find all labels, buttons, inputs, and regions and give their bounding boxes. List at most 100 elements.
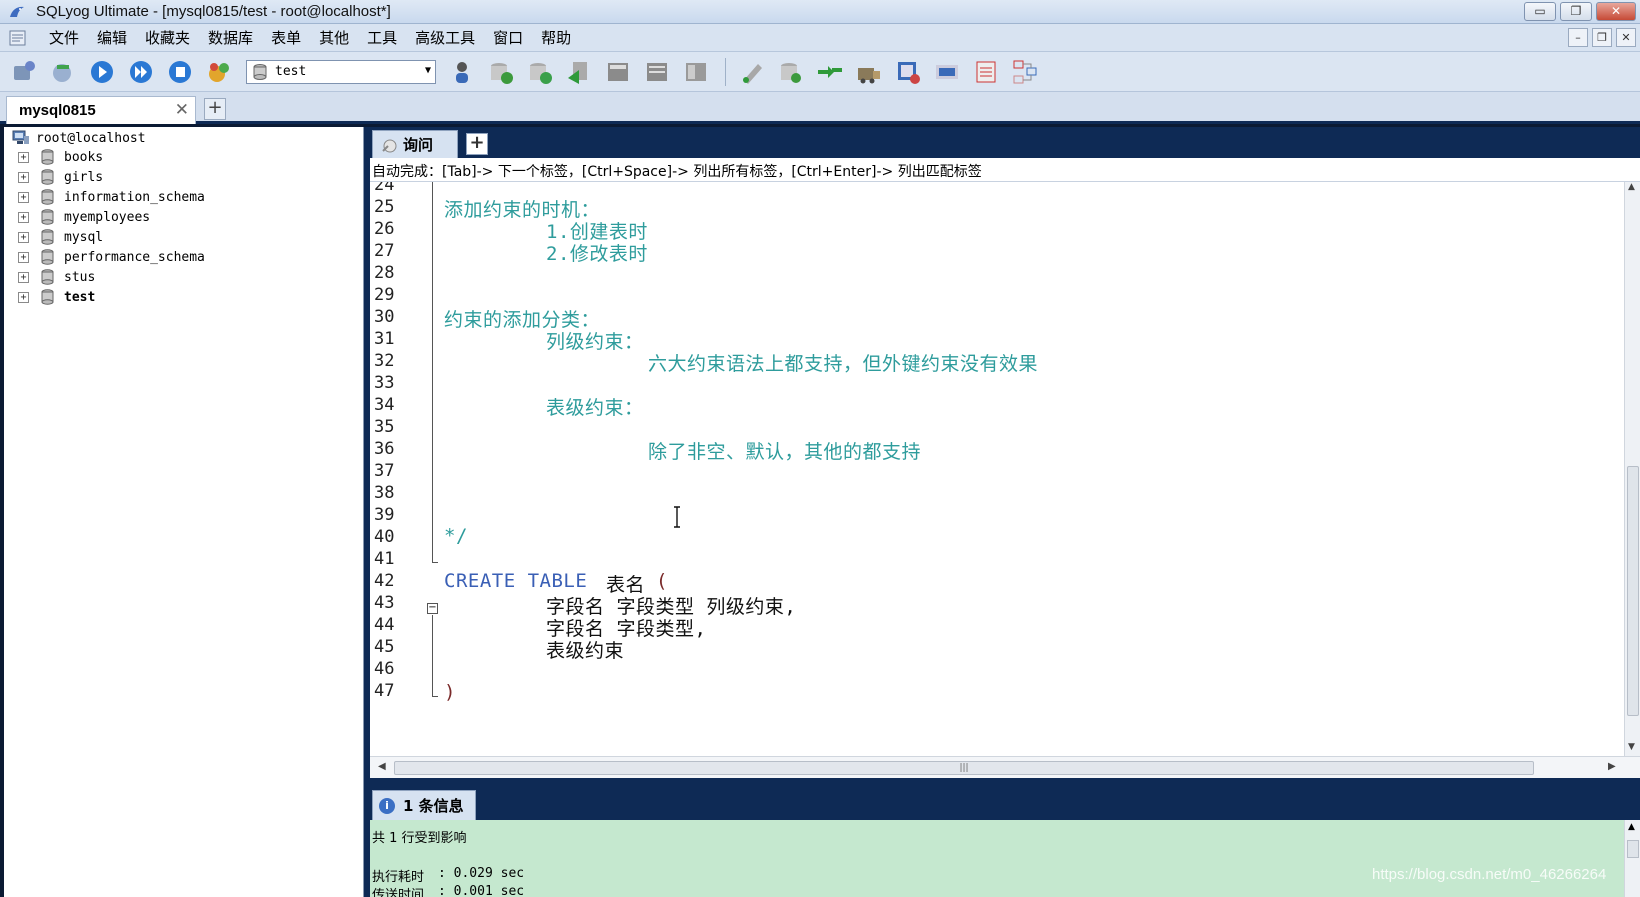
execute-edit-icon[interactable]	[164, 56, 196, 88]
line-number-gutter: 24 25 26 27 28 29 30 31 32 33 34 35 36 3…	[370, 182, 428, 756]
expand-icon[interactable]: +	[18, 171, 29, 183]
tree-db-test[interactable]: + test	[18, 287, 95, 307]
mdi-restore-button[interactable]: ❐	[1592, 28, 1612, 47]
query-builder-icon[interactable]	[736, 56, 768, 88]
tree-root[interactable]: root@localhost	[12, 128, 146, 148]
results-tab-label: 1 条信息	[403, 797, 464, 815]
report-icon[interactable]	[970, 56, 1002, 88]
table-data-icon[interactable]	[641, 56, 673, 88]
expand-icon[interactable]: +	[18, 251, 29, 263]
expand-icon[interactable]: +	[18, 271, 29, 283]
connection-tab-strip: mysql0815 ✕ +	[0, 92, 1640, 124]
menu-favorites[interactable]: 收藏夹	[136, 25, 199, 50]
line-number: 24	[374, 182, 395, 195]
scroll-up-icon[interactable]: ▲	[1628, 822, 1635, 832]
expand-icon[interactable]: +	[18, 191, 29, 203]
sql-editor[interactable]: 24 25 26 27 28 29 30 31 32 33 34 35 36 3…	[370, 182, 1624, 756]
expand-icon[interactable]: +	[18, 151, 29, 163]
fold-collapse-icon[interactable]: −	[427, 603, 438, 614]
tree-root-label: root@localhost	[36, 130, 146, 146]
chevron-down-icon[interactable]: ▼	[425, 65, 431, 76]
editor-vertical-scrollbar[interactable]: ▲ ▼	[1624, 182, 1640, 756]
minimize-button[interactable]: ▭	[1524, 2, 1556, 21]
menu-edit[interactable]: 编辑	[88, 25, 136, 50]
results-messages-tab[interactable]: i 1 条信息	[372, 790, 476, 820]
new-connection-icon[interactable]	[47, 56, 79, 88]
db-icon	[41, 249, 54, 265]
table-name-placeholder: 表名	[606, 574, 646, 596]
open-paren: (	[656, 570, 668, 592]
user-manager-icon[interactable]	[446, 56, 478, 88]
tree-db-performance-schema[interactable]: + performance_schema	[18, 247, 205, 267]
close-button[interactable]: ✕	[1596, 2, 1636, 21]
scroll-up-icon[interactable]: ▲	[1628, 182, 1635, 192]
line-number: 38	[374, 483, 395, 503]
scroll-thumb[interactable]	[1627, 466, 1639, 716]
scroll-thumb[interactable]: |||	[394, 761, 1534, 775]
refresh-icon[interactable]	[203, 56, 235, 88]
scroll-down-icon[interactable]: ▼	[1628, 742, 1635, 752]
editor-horizontral-scrollbar[interactable]: ◀ ||| ▶	[370, 756, 1640, 778]
scroll-right-icon[interactable]: ▶	[1608, 761, 1616, 772]
line-number: 46	[374, 659, 395, 679]
close-tab-icon[interactable]: ✕	[175, 100, 189, 120]
menu-other[interactable]: 其他	[310, 25, 358, 50]
maximize-button[interactable]: ❐	[1560, 2, 1592, 21]
tree-db-myemployees[interactable]: + myemployees	[18, 207, 150, 227]
schema-designer-icon[interactable]	[775, 56, 807, 88]
schema-sync-icon[interactable]	[1009, 56, 1041, 88]
notifications-icon[interactable]	[931, 56, 963, 88]
expand-icon[interactable]: +	[18, 291, 29, 303]
backup-db-icon[interactable]	[485, 56, 517, 88]
migration-icon[interactable]	[853, 56, 885, 88]
menu-database[interactable]: 数据库	[199, 25, 262, 50]
connection-tab[interactable]: mysql0815 ✕	[6, 96, 196, 124]
mdi-controls: – ❐ ✕	[1568, 28, 1636, 47]
query-tab-label: 询问	[403, 136, 434, 154]
execute-all-icon[interactable]	[125, 56, 157, 88]
app-dolphin-icon	[10, 6, 24, 17]
query-tab[interactable]: 询问	[372, 130, 458, 158]
document-icon	[9, 30, 26, 45]
tree-db-label: myemployees	[64, 209, 151, 225]
new-connection-tab-button[interactable]: +	[204, 98, 226, 120]
expand-icon[interactable]: +	[18, 231, 29, 243]
menu-advanced-tools[interactable]: 高级工具	[406, 25, 484, 50]
tree-db-stus[interactable]: + stus	[18, 267, 95, 287]
tree-db-girls[interactable]: + girls	[18, 167, 103, 187]
tree-db-information-schema[interactable]: + information_schema	[18, 187, 205, 207]
line-number: 40	[374, 527, 395, 547]
tree-db-books[interactable]: + books	[18, 147, 103, 167]
export-icon[interactable]	[602, 56, 634, 88]
scheduled-backup-icon[interactable]	[892, 56, 924, 88]
mdi-minimize-button[interactable]: –	[1568, 28, 1588, 47]
line-number: 45	[374, 637, 395, 657]
execute-query-icon[interactable]	[86, 56, 118, 88]
menu-window[interactable]: 窗口	[484, 25, 532, 50]
schema-icon[interactable]	[680, 56, 712, 88]
new-query-tab-button[interactable]: +	[466, 133, 488, 155]
line-number: 31	[374, 329, 395, 349]
sync-icon[interactable]	[814, 56, 846, 88]
mdi-close-button[interactable]: ✕	[1616, 28, 1636, 47]
import-icon[interactable]	[563, 56, 595, 88]
database-select[interactable]: test ▼	[246, 59, 436, 84]
scroll-thumb[interactable]	[1627, 840, 1639, 858]
window-controls: ▭ ❐ ✕	[1524, 2, 1636, 21]
line-number: 26	[374, 219, 395, 239]
tree-db-mysql[interactable]: + mysql	[18, 227, 103, 247]
expand-icon[interactable]: +	[18, 211, 29, 223]
toolbar-separator	[725, 57, 726, 86]
close-paren: )	[444, 681, 456, 703]
restore-db-icon[interactable]	[524, 56, 556, 88]
menu-tools[interactable]: 工具	[358, 25, 406, 50]
results-vertical-scrollbar[interactable]: ▲	[1624, 820, 1640, 897]
results-splitter[interactable]	[370, 778, 1640, 790]
menu-table[interactable]: 表单	[262, 25, 310, 50]
connect-icon[interactable]	[8, 56, 40, 88]
menu-help[interactable]: 帮助	[532, 25, 580, 50]
tree-db-label: test	[64, 289, 96, 305]
menu-file[interactable]: 文件	[40, 25, 88, 50]
code-line-30: 约束的添加分类：	[444, 309, 601, 331]
scroll-left-icon[interactable]: ◀	[378, 761, 386, 772]
